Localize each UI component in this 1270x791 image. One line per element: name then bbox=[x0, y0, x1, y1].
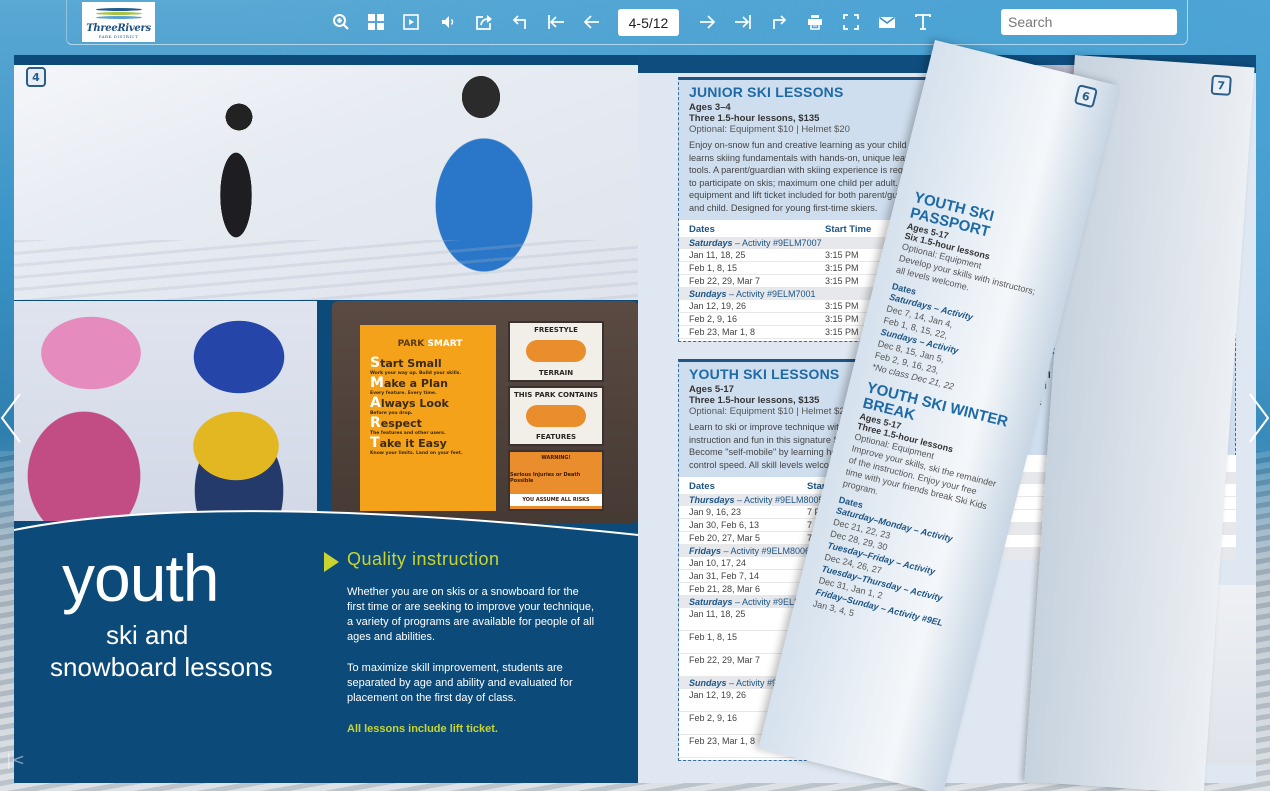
lesson-description: Enjoy on-snow fun and creative learning … bbox=[689, 140, 927, 213]
logo-subtitle: PARK DISTRICT bbox=[98, 34, 139, 39]
lesson-ages: Ages 3–4 bbox=[689, 102, 731, 113]
sign-terrain-panel: FREESTYLE TERRAIN THIS PARK CONTAINS FEATU… bbox=[508, 321, 604, 512]
sign-rule: Always Look Before you drop. bbox=[370, 395, 449, 416]
logo-waves-icon bbox=[95, 7, 142, 21]
thumbnails-icon[interactable] bbox=[365, 11, 387, 33]
sign-rule: Make a Plan Every feature. Every time. bbox=[370, 375, 449, 396]
sign-brand: PARK SMART bbox=[397, 339, 463, 349]
share-icon[interactable] bbox=[473, 11, 495, 33]
page-number-badge: 7 bbox=[1210, 74, 1232, 96]
sign-box-freestyle: FREESTYLE TERRAIN bbox=[508, 321, 604, 382]
logo-name: ThreeRivers bbox=[86, 23, 151, 34]
sign-rule: Start Small Work your way up. Build your … bbox=[370, 355, 462, 376]
forward-icon[interactable] bbox=[768, 11, 790, 33]
fullscreen-icon[interactable] bbox=[840, 11, 862, 33]
lesson-title: JUNIOR SKI LESSONS bbox=[689, 84, 844, 100]
email-icon[interactable] bbox=[876, 11, 898, 33]
hero-title: youth bbox=[62, 541, 219, 615]
first-page-icon[interactable] bbox=[545, 11, 567, 33]
autoplay-icon[interactable] bbox=[400, 11, 422, 33]
lesson-price: Three 1.5-hour lessons, $135 bbox=[689, 113, 820, 124]
logo[interactable]: ThreeRivers PARK DISTRICT bbox=[82, 2, 155, 42]
hero-subtitle-line2: snowboard lessons bbox=[50, 652, 273, 682]
back-icon[interactable] bbox=[509, 11, 531, 33]
last-page-icon[interactable] bbox=[732, 11, 754, 33]
sign-box-features: THIS PARK CONTAINS FEATURES bbox=[508, 385, 604, 447]
search-input[interactable] bbox=[1001, 9, 1177, 35]
zoom-in-icon[interactable] bbox=[330, 11, 352, 33]
page-number-badge: 4 bbox=[26, 67, 46, 87]
sign-rule: Take it Easy Know your limits. Land on yo… bbox=[370, 435, 463, 456]
sound-icon[interactable] bbox=[437, 11, 459, 33]
next-page-icon[interactable] bbox=[696, 11, 718, 33]
print-icon[interactable] bbox=[804, 11, 826, 33]
photo-kids-in-helmets bbox=[14, 301, 317, 521]
section-paragraph: To maximize skill improvement, students … bbox=[347, 662, 573, 704]
first-page-shortcut[interactable]: |< bbox=[6, 750, 25, 769]
page-number-badge: 6 bbox=[1073, 84, 1099, 109]
page-number-input[interactable] bbox=[618, 9, 679, 36]
sign-rule: Respect The features and other users. bbox=[370, 415, 446, 436]
text-icon[interactable] bbox=[912, 11, 934, 33]
section-paragraph: Whether you are on skis or a snowboard f… bbox=[347, 586, 595, 643]
prev-page-arrow[interactable] bbox=[0, 392, 22, 444]
triangle-bullet-icon bbox=[324, 552, 339, 572]
section-title: Quality instruction bbox=[347, 549, 500, 569]
lift-ticket-note: All lessons include lift ticket. bbox=[347, 723, 498, 735]
left-page[interactable]: 4 PARK SMART Start Small Work your way up… bbox=[14, 55, 638, 783]
next-page-arrow[interactable] bbox=[1248, 392, 1270, 444]
lesson-optional: Optional: Equipment $10 | Helmet $20 bbox=[689, 124, 850, 135]
prev-page-icon[interactable] bbox=[581, 11, 603, 33]
hero-subtitle-line1: ski and bbox=[106, 620, 189, 650]
photo-child-skiing-lesson bbox=[14, 65, 638, 300]
photo-park-smart-sign: PARK SMART Start Small Work your way up. … bbox=[332, 301, 638, 523]
sign-rules-panel: PARK SMART Start Small Work your way up. … bbox=[360, 325, 496, 511]
